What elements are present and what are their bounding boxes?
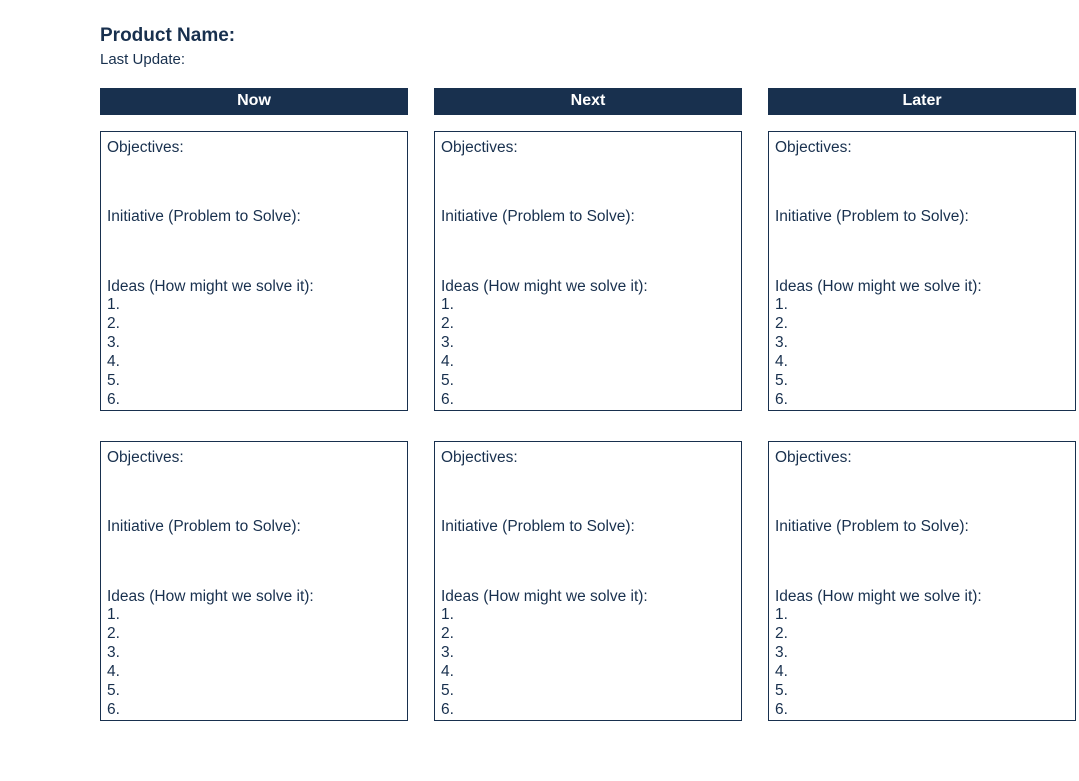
idea-number: 1. xyxy=(775,296,1069,315)
ideas-list: 1. 2. 3. 4. 5. 6. xyxy=(441,606,735,719)
initiative-label: Initiative (Problem to Solve): xyxy=(107,207,401,226)
idea-number: 5. xyxy=(107,372,401,391)
ideas-list: 1. 2. 3. 4. 5. 6. xyxy=(107,296,401,409)
ideas-label: Ideas (How might we solve it): xyxy=(441,277,735,296)
ideas-label: Ideas (How might we solve it): xyxy=(107,587,401,606)
initiative-label: Initiative (Problem to Solve): xyxy=(441,207,735,226)
idea-number: 1. xyxy=(775,606,1069,625)
idea-number: 4. xyxy=(107,663,401,682)
idea-number: 3. xyxy=(775,644,1069,663)
idea-number: 6. xyxy=(441,391,735,410)
initiative-label: Initiative (Problem to Solve): xyxy=(441,517,735,536)
ideas-list: 1. 2. 3. 4. 5. 6. xyxy=(441,296,735,409)
idea-number: 2. xyxy=(107,315,401,334)
column-header-now: Now xyxy=(100,88,408,115)
header: Product Name: Last Update: xyxy=(100,25,1079,68)
idea-number: 5. xyxy=(775,682,1069,701)
ideas-list: 1. 2. 3. 4. 5. 6. xyxy=(107,606,401,719)
ideas-label: Ideas (How might we solve it): xyxy=(107,277,401,296)
idea-number: 5. xyxy=(775,372,1069,391)
idea-number: 4. xyxy=(775,663,1069,682)
initiative-label: Initiative (Problem to Solve): xyxy=(775,517,1069,536)
card-now-1: Objectives: Initiative (Problem to Solve… xyxy=(100,131,408,411)
ideas-label: Ideas (How might we solve it): xyxy=(775,587,1069,606)
objectives-label: Objectives: xyxy=(775,138,1069,157)
ideas-label: Ideas (How might we solve it): xyxy=(441,587,735,606)
idea-number: 3. xyxy=(107,334,401,353)
idea-number: 6. xyxy=(775,391,1069,410)
idea-number: 2. xyxy=(775,315,1069,334)
idea-number: 1. xyxy=(441,606,735,625)
idea-number: 4. xyxy=(441,663,735,682)
initiative-label: Initiative (Problem to Solve): xyxy=(107,517,401,536)
idea-number: 4. xyxy=(775,353,1069,372)
idea-number: 1. xyxy=(107,296,401,315)
card-next-1: Objectives: Initiative (Problem to Solve… xyxy=(434,131,742,411)
card-now-2: Objectives: Initiative (Problem to Solve… xyxy=(100,441,408,721)
idea-number: 2. xyxy=(107,625,401,644)
ideas-list: 1. 2. 3. 4. 5. 6. xyxy=(775,606,1069,719)
card-later-2: Objectives: Initiative (Problem to Solve… xyxy=(768,441,1076,721)
idea-number: 1. xyxy=(107,606,401,625)
card-later-1: Objectives: Initiative (Problem to Solve… xyxy=(768,131,1076,411)
roadmap-columns: Now Objectives: Initiative (Problem to S… xyxy=(100,88,1079,751)
ideas-label: Ideas (How might we solve it): xyxy=(775,277,1069,296)
idea-number: 3. xyxy=(775,334,1069,353)
idea-number: 3. xyxy=(107,644,401,663)
product-name-label: Product Name: xyxy=(100,25,1079,47)
column-header-next: Next xyxy=(434,88,742,115)
idea-number: 4. xyxy=(441,353,735,372)
objectives-label: Objectives: xyxy=(775,448,1069,467)
idea-number: 2. xyxy=(441,625,735,644)
last-update-label: Last Update: xyxy=(100,51,1079,68)
idea-number: 3. xyxy=(441,334,735,353)
idea-number: 2. xyxy=(441,315,735,334)
column-later: Later Objectives: Initiative (Problem to… xyxy=(768,88,1076,751)
idea-number: 5. xyxy=(441,372,735,391)
objectives-label: Objectives: xyxy=(107,138,401,157)
idea-number: 1. xyxy=(441,296,735,315)
objectives-label: Objectives: xyxy=(441,138,735,157)
idea-number: 6. xyxy=(775,701,1069,720)
initiative-label: Initiative (Problem to Solve): xyxy=(775,207,1069,226)
idea-number: 2. xyxy=(775,625,1069,644)
idea-number: 5. xyxy=(107,682,401,701)
objectives-label: Objectives: xyxy=(441,448,735,467)
idea-number: 6. xyxy=(107,391,401,410)
column-next: Next Objectives: Initiative (Problem to … xyxy=(434,88,742,751)
card-next-2: Objectives: Initiative (Problem to Solve… xyxy=(434,441,742,721)
idea-number: 6. xyxy=(107,701,401,720)
idea-number: 5. xyxy=(441,682,735,701)
idea-number: 4. xyxy=(107,353,401,372)
idea-number: 3. xyxy=(441,644,735,663)
column-now: Now Objectives: Initiative (Problem to S… xyxy=(100,88,408,751)
column-header-later: Later xyxy=(768,88,1076,115)
objectives-label: Objectives: xyxy=(107,448,401,467)
ideas-list: 1. 2. 3. 4. 5. 6. xyxy=(775,296,1069,409)
idea-number: 6. xyxy=(441,701,735,720)
